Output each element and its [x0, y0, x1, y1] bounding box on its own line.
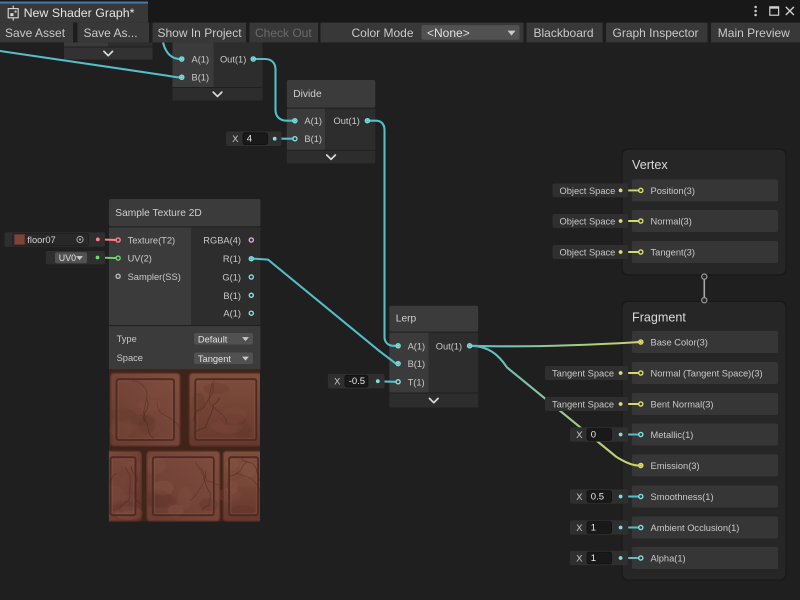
svg-text:X: X [232, 134, 238, 144]
svg-text:-0.5: -0.5 [349, 376, 365, 387]
svg-text:Object Space: Object Space [560, 186, 616, 196]
svg-text:Tangent Space: Tangent Space [552, 369, 614, 379]
svg-text:Tangent: Tangent [198, 354, 232, 364]
svg-text:Normal (Tangent Space)(3): Normal (Tangent Space)(3) [651, 369, 763, 379]
svg-text:UV0: UV0 [59, 253, 76, 263]
svg-text:Save As...: Save As... [84, 26, 138, 40]
svg-text:X: X [576, 430, 582, 440]
svg-text:New Shader Graph*: New Shader Graph* [24, 6, 135, 20]
svg-text:1: 1 [591, 553, 596, 564]
svg-text:Ambient Occlusion(1): Ambient Occlusion(1) [651, 523, 740, 533]
svg-text:X: X [334, 377, 340, 387]
svg-text:4: 4 [247, 134, 252, 145]
svg-text:Metallic(1): Metallic(1) [651, 430, 694, 440]
svg-text:A(1): A(1) [223, 309, 241, 319]
svg-text:Sample Texture 2D: Sample Texture 2D [115, 208, 201, 219]
svg-text:Save Asset: Save Asset [5, 26, 66, 40]
svg-text:0: 0 [591, 430, 596, 441]
svg-text:Out(1): Out(1) [436, 341, 462, 351]
svg-text:Check Out: Check Out [255, 26, 312, 40]
svg-text:Space: Space [117, 353, 143, 363]
svg-text:Sampler(SS): Sampler(SS) [128, 272, 181, 282]
svg-text:Smoothness(1): Smoothness(1) [651, 492, 714, 502]
svg-text:Object Space: Object Space [560, 217, 616, 227]
svg-text:<None>: <None> [427, 26, 470, 40]
svg-text:Bent Normal(3): Bent Normal(3) [651, 400, 714, 410]
svg-text:Main Preview: Main Preview [718, 26, 790, 40]
svg-text:UV(2): UV(2) [128, 254, 152, 264]
svg-text:G(1): G(1) [222, 273, 241, 283]
svg-text:Base Color(3): Base Color(3) [651, 338, 708, 348]
svg-text:X: X [576, 554, 582, 564]
svg-text:Emission(3): Emission(3) [651, 461, 700, 471]
svg-text:Alpha(1): Alpha(1) [651, 554, 686, 564]
svg-text:A(1): A(1) [304, 116, 322, 126]
svg-text:Tangent Space: Tangent Space [552, 400, 614, 410]
svg-text:Graph Inspector: Graph Inspector [613, 26, 699, 40]
svg-text:Object Space: Object Space [560, 248, 616, 258]
svg-text:X: X [576, 492, 582, 502]
svg-text:Color Mode: Color Mode [352, 26, 414, 40]
svg-text:Blackboard: Blackboard [534, 26, 594, 40]
svg-text:T(1): T(1) [408, 377, 425, 387]
svg-text:Normal(3): Normal(3) [651, 217, 692, 227]
svg-text:Texture(T2): Texture(T2) [128, 236, 176, 246]
svg-text:B(1): B(1) [408, 359, 426, 369]
svg-text:Tangent(3): Tangent(3) [651, 248, 695, 258]
svg-text:A(1): A(1) [408, 341, 426, 351]
svg-text:Vertex: Vertex [632, 158, 668, 172]
svg-text:Lerp: Lerp [396, 314, 417, 325]
svg-text:B(1): B(1) [304, 134, 322, 144]
svg-text:Out(1): Out(1) [334, 116, 360, 126]
svg-text:1: 1 [591, 523, 596, 534]
svg-text:Fragment: Fragment [632, 310, 686, 324]
svg-text:Show In Project: Show In Project [158, 26, 243, 40]
svg-text:RGBA(4): RGBA(4) [203, 236, 241, 246]
svg-text:X: X [576, 523, 582, 533]
svg-text:Out(1): Out(1) [220, 55, 246, 65]
svg-text:0.5: 0.5 [591, 492, 604, 503]
svg-text:R(1): R(1) [223, 254, 241, 264]
svg-text:floor07: floor07 [27, 235, 55, 245]
svg-text:Position(3): Position(3) [651, 186, 695, 196]
svg-text:Type: Type [117, 334, 137, 344]
svg-text:Default: Default [198, 334, 228, 344]
svg-text:A(1): A(1) [192, 55, 210, 65]
svg-text:Divide: Divide [293, 89, 322, 100]
svg-text:B(1): B(1) [192, 73, 210, 83]
svg-text:B(1): B(1) [223, 291, 241, 301]
